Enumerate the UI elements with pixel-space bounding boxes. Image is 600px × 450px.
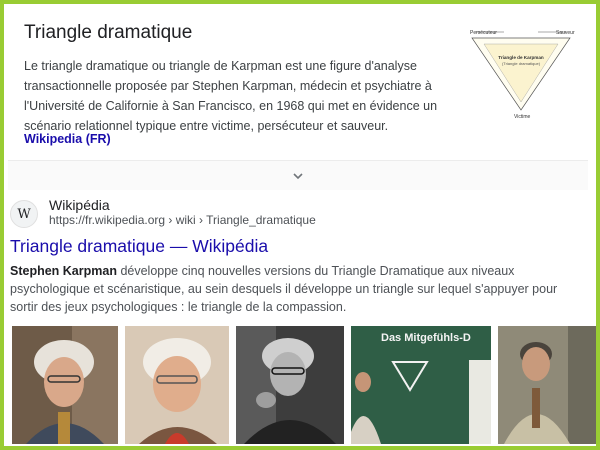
kp-description: Le triangle dramatique ou triangle de Ka… (24, 59, 438, 133)
result-title-link[interactable]: Triangle dramatique — Wikipédia (10, 236, 268, 257)
knowledge-panel: Triangle dramatique Le triangle dramatiq… (8, 8, 588, 190)
result-url[interactable]: https://fr.wikipedia.org › wiki › Triang… (49, 213, 316, 227)
wikipedia-site-icon[interactable]: W (10, 200, 38, 228)
image-thumb[interactable] (125, 326, 229, 444)
image-strip: Das Mitgefühls-D (12, 326, 598, 444)
kp-title: Triangle dramatique (24, 22, 193, 43)
diagram-center-title: Triangle de Karpman (498, 55, 544, 60)
chevron-down-icon (293, 172, 303, 179)
result-snippet: Stephen Karpman développe cinq nouvelles… (10, 262, 582, 316)
diagram-center-subtitle: (Triangle dramatique) (502, 61, 541, 66)
diagram-label-victime: Victime (514, 114, 531, 120)
diagram-label-sauveur: Sauveur (556, 30, 575, 36)
image-thumb[interactable]: Das Mitgefühls-D (351, 326, 491, 444)
image-thumb[interactable] (236, 326, 344, 444)
chalkboard-caption: Das Mitgefühls-D (381, 332, 471, 344)
snippet-bold: Stephen Karpman (10, 264, 117, 278)
image-thumb[interactable] (498, 326, 598, 444)
karpman-triangle-diagram[interactable]: Persécuteur Sauveur Victime Triangle de … (460, 24, 582, 120)
image-thumb[interactable] (12, 326, 118, 444)
kp-expand-button[interactable] (8, 160, 588, 190)
kp-source-link[interactable]: Wikipedia (FR) (24, 132, 111, 146)
result-site-name[interactable]: Wikipédia (49, 197, 110, 213)
diagram-label-persecuteur: Persécuteur (470, 30, 497, 36)
